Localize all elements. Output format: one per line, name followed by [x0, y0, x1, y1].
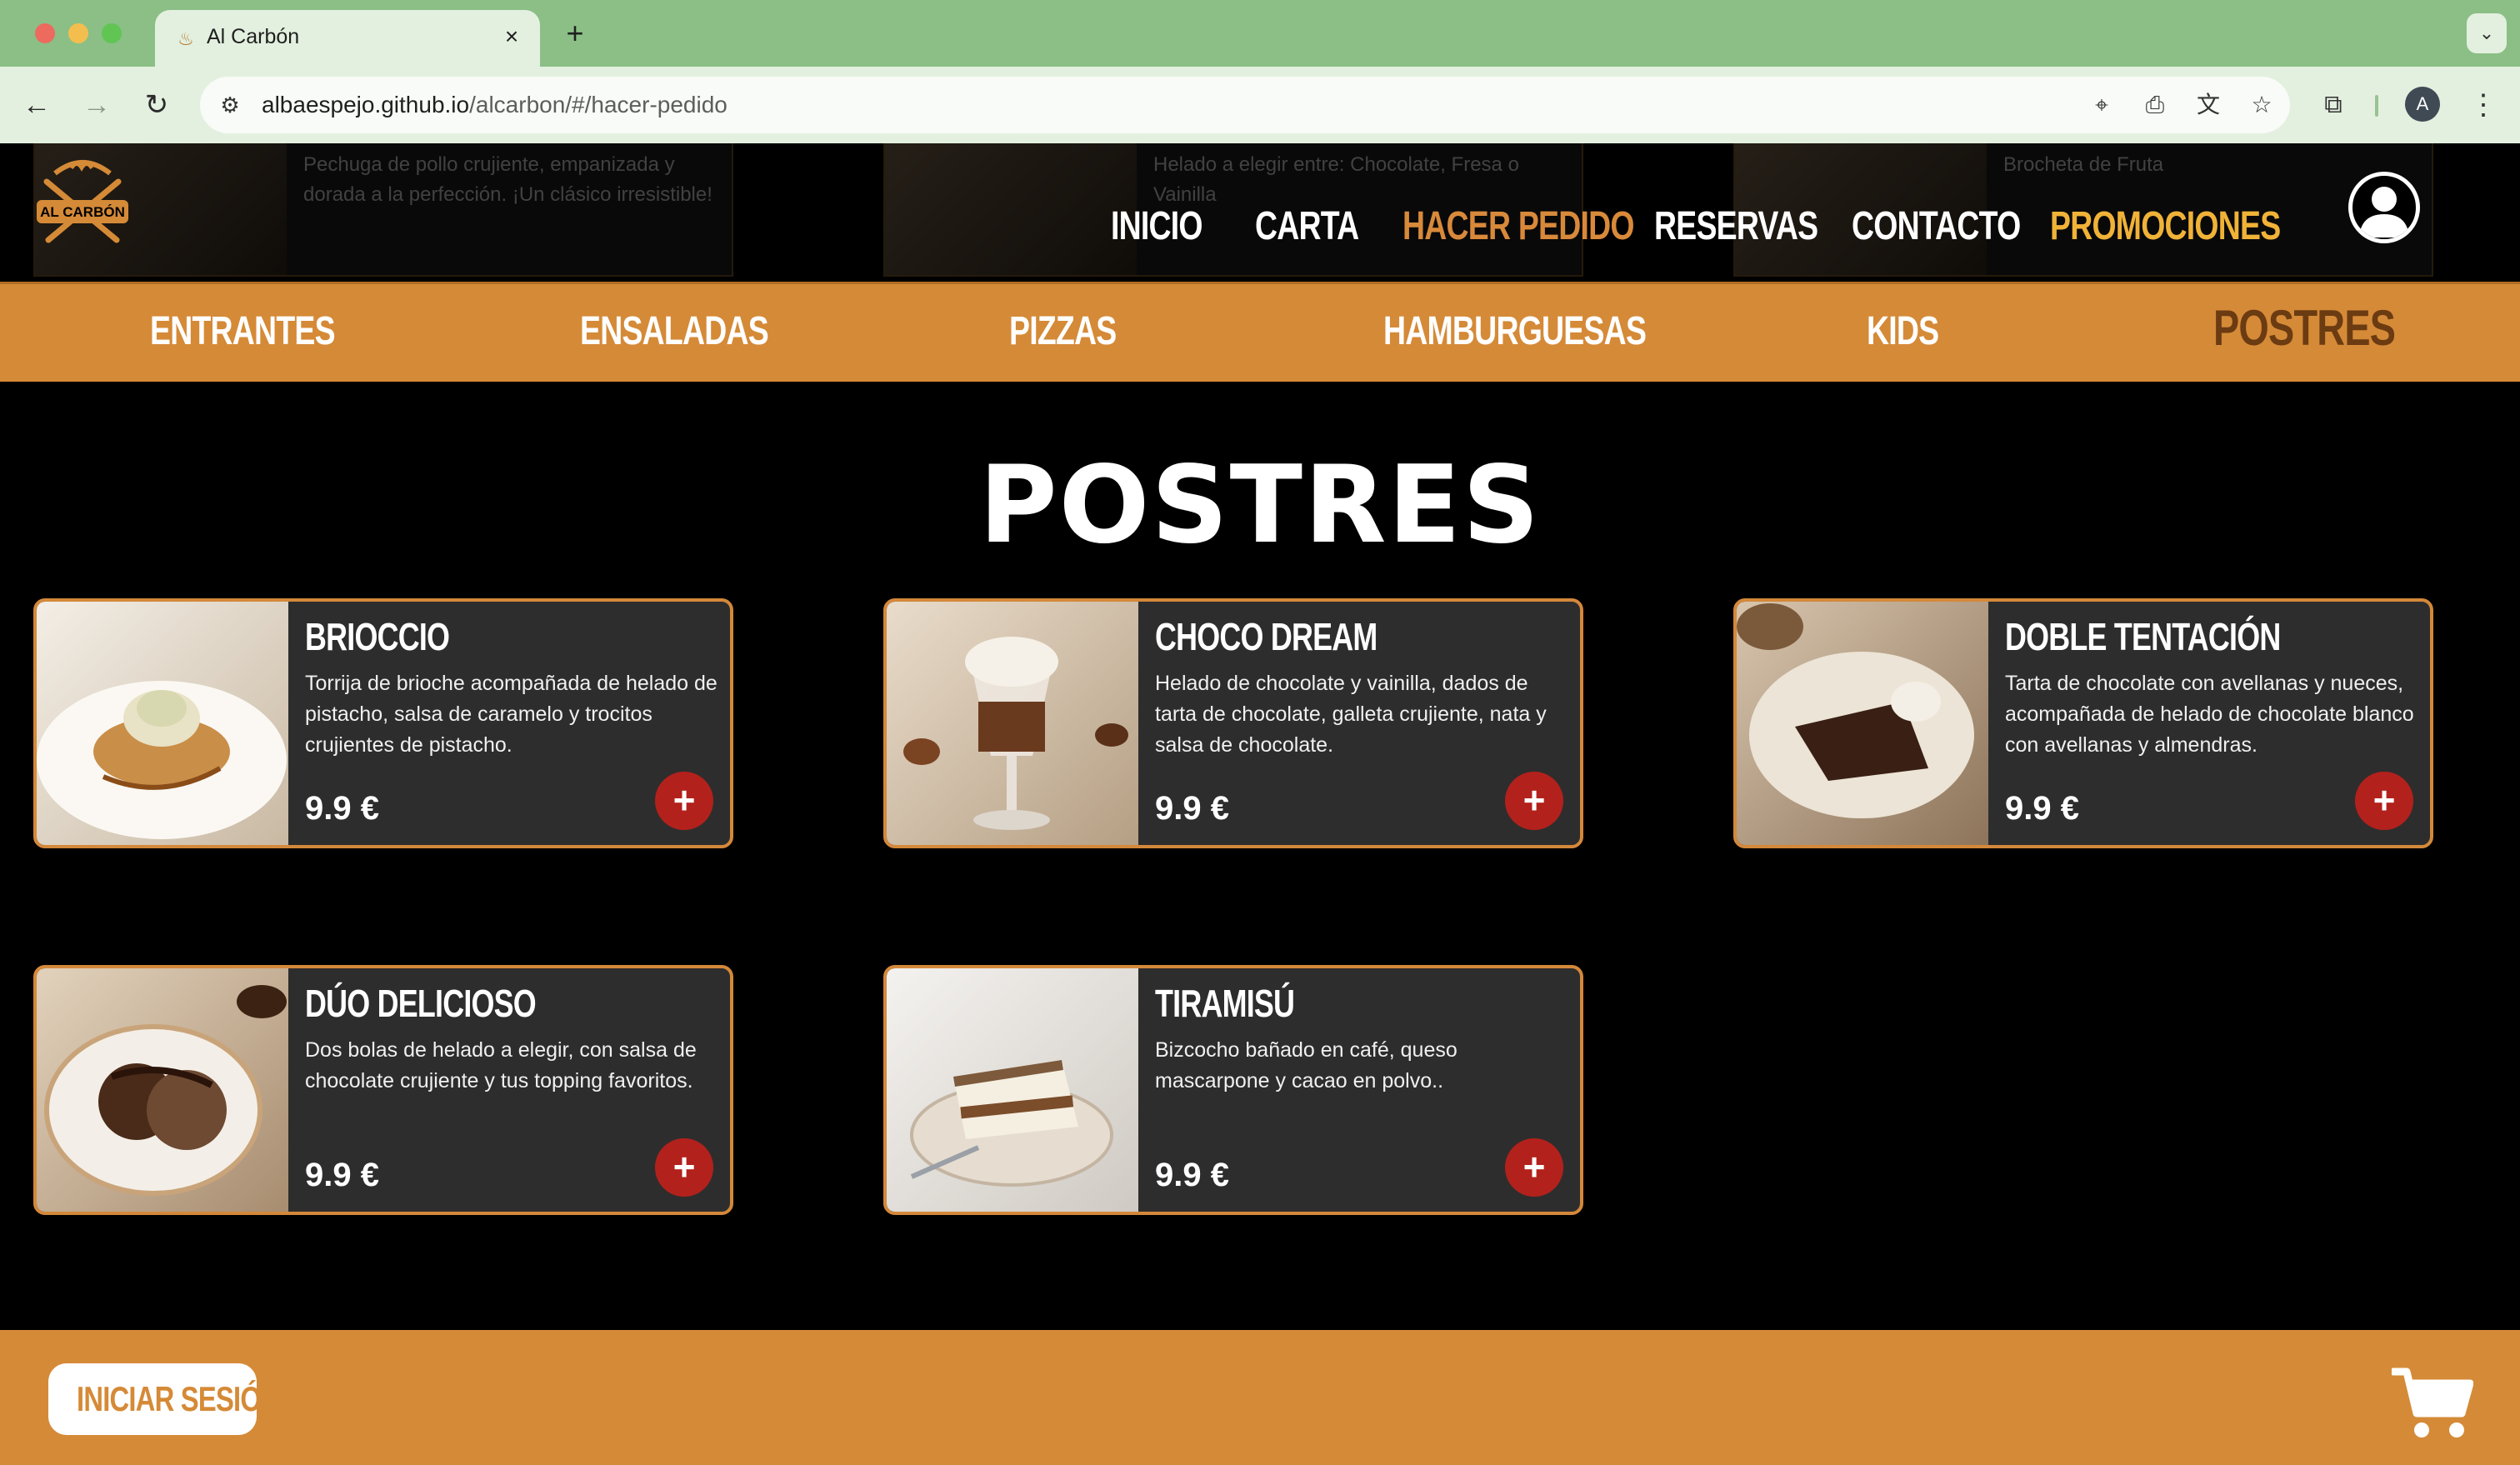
- category-entrantes[interactable]: ENTRANTES: [150, 302, 336, 361]
- nav-carta[interactable]: CARTA: [1255, 202, 1359, 252]
- choco-dream-image: [887, 602, 1138, 845]
- tab-search-button[interactable]: ⌄: [2467, 13, 2507, 53]
- tiramisu-image: [887, 968, 1138, 1212]
- footer-bar: INICIAR SESIÓN: [0, 1330, 2520, 1465]
- product-description: Bizcocho bañado en café, queso mascarpon…: [1155, 1038, 1458, 1092]
- forward-icon[interactable]: →: [77, 85, 117, 125]
- add-to-cart-button[interactable]: +: [1505, 1138, 1563, 1197]
- login-button[interactable]: INICIAR SESIÓN: [48, 1363, 281, 1435]
- minimize-window-button[interactable]: [68, 23, 88, 43]
- product-description: Torrija de brioche acompañada de helado …: [305, 672, 718, 757]
- product-price: 9.9 €: [1155, 790, 1229, 827]
- product-description: Dos bolas de helado a elegir, con salsa …: [305, 1038, 697, 1092]
- site-header: AL CARBÓN INICIO CARTA HACER PEDIDO RESE…: [0, 143, 2520, 277]
- doble-tentacion-image: [1737, 602, 1988, 845]
- product-card: BRIOCCIO Torrija de brioche acompañada d…: [33, 598, 733, 848]
- product-description: Tarta de chocolate con avellanas y nuece…: [2005, 672, 2414, 757]
- extensions-icon[interactable]: ⧉: [2313, 85, 2353, 125]
- site-info-icon[interactable]: ⚙: [215, 90, 245, 120]
- active-tab[interactable]: ♨ Al Carbón ×: [155, 10, 540, 67]
- add-to-cart-button[interactable]: +: [1505, 772, 1563, 830]
- address-bar[interactable]: ⚙ albaespejo.github.io/alcarbon/#/hacer-…: [200, 77, 2290, 133]
- tab-close-icon[interactable]: ×: [498, 23, 525, 50]
- product-card: TIRAMISÚ Bizcocho bañado en café, queso …: [883, 965, 1583, 1215]
- reload-icon[interactable]: ↻: [137, 85, 177, 125]
- duo-delicioso-image: [37, 968, 288, 1212]
- add-to-cart-button[interactable]: +: [2355, 772, 2413, 830]
- profile-avatar[interactable]: A: [2405, 87, 2440, 122]
- url-path: /alcarbon/#/hacer-pedido: [469, 92, 728, 118]
- web-page: Pechuga de pollo crujiente, empanizada y…: [0, 143, 2520, 1465]
- product-card: CHOCO DREAM Helado de chocolate y vainil…: [883, 598, 1583, 848]
- product-price: 9.9 €: [1155, 1157, 1229, 1193]
- product-name: BRIOCCIO: [305, 615, 450, 658]
- nav-promociones[interactable]: PROMOCIONES: [2050, 202, 2281, 252]
- star-icon[interactable]: ☆: [2245, 88, 2278, 122]
- al-carbon-logo[interactable]: AL CARBÓN: [30, 157, 135, 250]
- brioccio-image: [37, 602, 288, 845]
- install-icon[interactable]: ⎙: [2138, 88, 2172, 122]
- category-postres[interactable]: POSTRES: [2213, 299, 2396, 358]
- category-ensaladas[interactable]: ENSALADAS: [580, 302, 769, 361]
- browser-toolbar: ← → ↻ ⚙ albaespejo.github.io/alcarbon/#/…: [0, 67, 2520, 143]
- category-pizzas[interactable]: PIZZAS: [1009, 302, 1117, 361]
- new-tab-button[interactable]: +: [558, 17, 592, 50]
- maximize-window-button[interactable]: [102, 23, 122, 43]
- favicon-icon: ♨: [178, 28, 194, 49]
- category-kids[interactable]: KIDS: [1867, 302, 1939, 361]
- category-hamburguesas[interactable]: HAMBURGUESAS: [1383, 302, 1647, 361]
- product-description: Helado de chocolate y vainilla, dados de…: [1155, 672, 1547, 757]
- cart-icon[interactable]: [2392, 1363, 2473, 1440]
- nav-hacer-pedido[interactable]: HACER PEDIDO: [1402, 202, 1634, 252]
- product-name: TIRAMISÚ: [1155, 982, 1295, 1025]
- product-price: 9.9 €: [305, 790, 379, 827]
- add-to-cart-button[interactable]: +: [655, 1138, 713, 1197]
- url-domain: albaespejo.github.io: [262, 92, 470, 118]
- nav-reservas[interactable]: RESERVAS: [1654, 202, 1818, 252]
- product-card: DÚO DELICIOSO Dos bolas de helado a eleg…: [33, 965, 733, 1215]
- category-bar: ENTRANTES ENSALADAS PIZZAS HAMBURGUESAS …: [0, 282, 2520, 382]
- nav-contacto[interactable]: CONTACTO: [1852, 202, 2021, 252]
- logo-text: AL CARBÓN: [40, 204, 125, 220]
- close-window-button[interactable]: [35, 23, 55, 43]
- product-card: DOBLE TENTACIÓN Tarta de chocolate con a…: [1733, 598, 2433, 848]
- product-price: 9.9 €: [305, 1157, 379, 1193]
- section-title: POSTRES: [978, 443, 1542, 568]
- tab-title: Al Carbón: [207, 25, 300, 48]
- product-price: 9.9 €: [2005, 790, 2079, 827]
- back-icon[interactable]: ←: [17, 85, 57, 125]
- url-text[interactable]: albaespejo.github.io/alcarbon/#/hacer-pe…: [262, 88, 728, 122]
- location-icon[interactable]: ⌖: [2085, 88, 2118, 122]
- nav-inicio[interactable]: INICIO: [1111, 202, 1203, 252]
- add-to-cart-button[interactable]: +: [655, 772, 713, 830]
- product-name: DÚO DELICIOSO: [305, 982, 537, 1025]
- user-icon[interactable]: [2348, 172, 2420, 243]
- product-name: DOBLE TENTACIÓN: [2005, 615, 2281, 658]
- browser-tabstrip: ♨ Al Carbón × + ⌄: [0, 0, 2520, 67]
- translate-icon[interactable]: 文: [2192, 88, 2225, 122]
- login-label: INICIAR SESIÓN: [77, 1379, 281, 1418]
- product-name: CHOCO DREAM: [1155, 615, 1378, 658]
- toolbar-divider: [2375, 95, 2378, 117]
- more-icon[interactable]: ⋮: [2463, 85, 2503, 125]
